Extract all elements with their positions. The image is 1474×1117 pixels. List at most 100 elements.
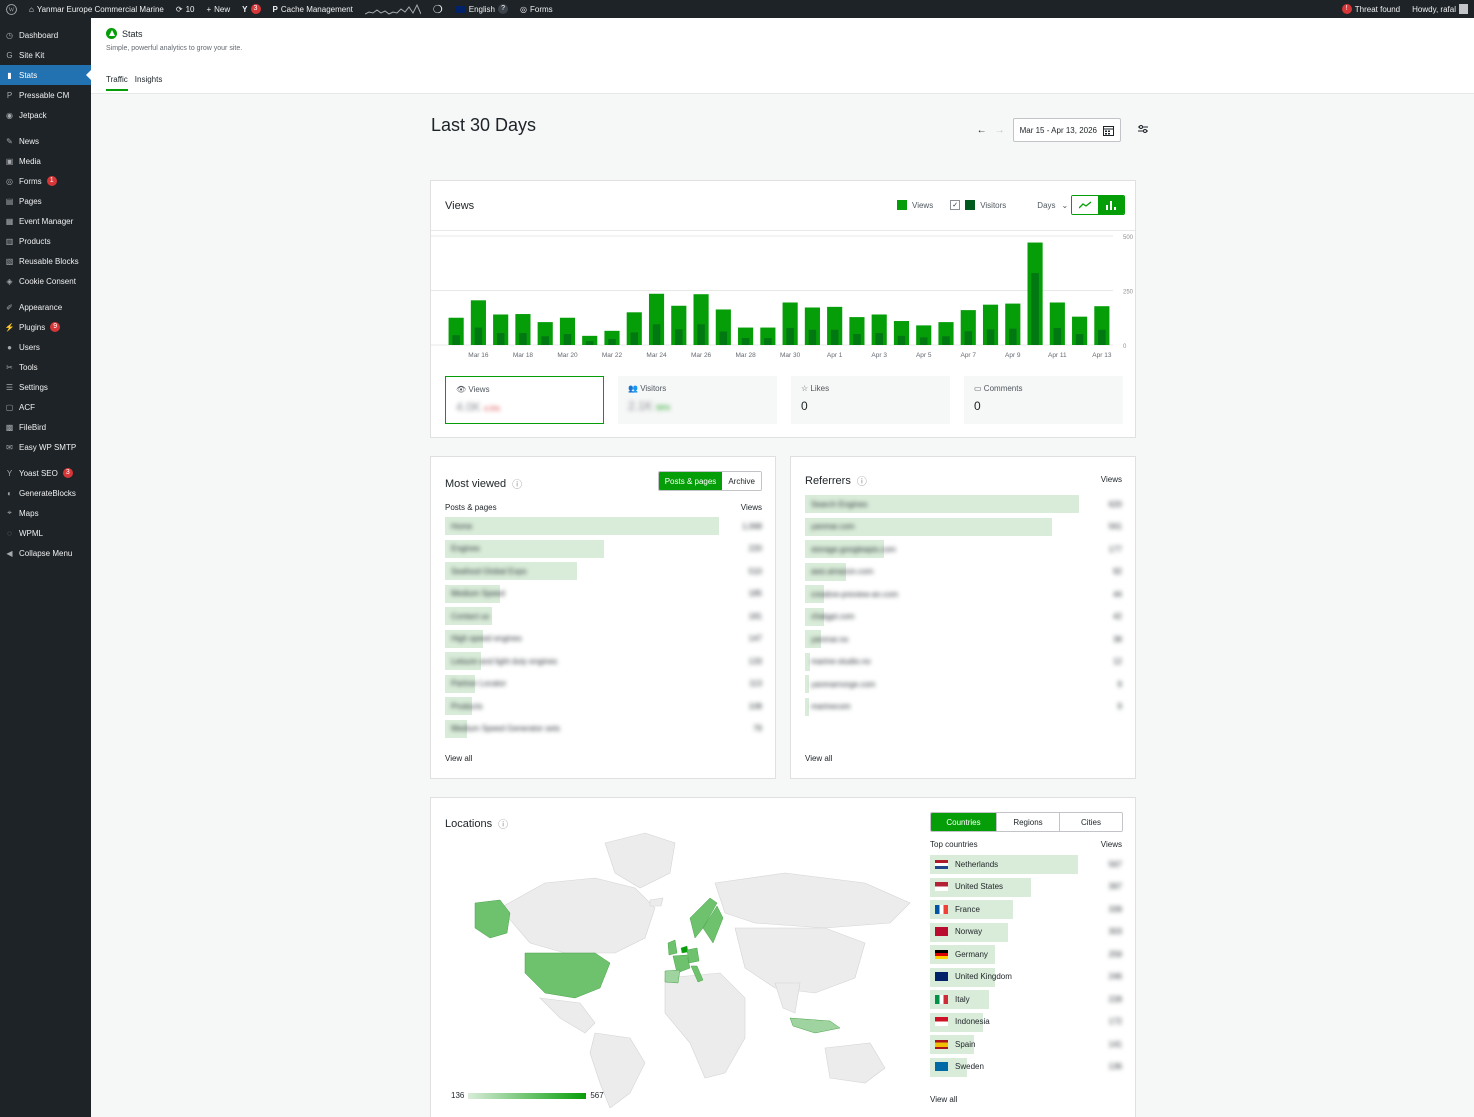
visitors-bar[interactable]: [563, 334, 572, 345]
visitors-bar[interactable]: [1053, 327, 1062, 345]
list-item[interactable]: chatgpt.com 42: [805, 606, 1122, 629]
visitors-bar[interactable]: [585, 341, 594, 345]
visitors-bar[interactable]: [875, 333, 883, 345]
country-row[interactable]: Netherlands 567: [930, 853, 1122, 876]
list-item[interactable]: Partner Locator 113: [445, 673, 762, 696]
sidebar-item-generateblocks[interactable]: ◐ GenerateBlocks: [0, 483, 91, 503]
visitors-bar[interactable]: [808, 329, 817, 345]
visitors-bar[interactable]: [830, 329, 839, 345]
visitors-bar[interactable]: [1031, 273, 1039, 345]
search-adminbar-link[interactable]: ❍: [427, 0, 449, 18]
country-row[interactable]: United States 397: [930, 876, 1122, 899]
sidebar-item-wpml[interactable]: ◌ WPML: [0, 523, 91, 543]
visitors-bar[interactable]: [496, 333, 505, 345]
sidebar-item-yoast-seo[interactable]: Y Yoast SEO 3: [0, 463, 91, 483]
line-chart-button[interactable]: [1072, 196, 1098, 214]
regions-tab[interactable]: Regions: [996, 813, 1059, 831]
metric-comments[interactable]: ▭ Comments 0: [964, 376, 1123, 424]
locations-view-all[interactable]: View all: [930, 1095, 957, 1104]
visitors-bar[interactable]: [1075, 334, 1084, 345]
tab-traffic[interactable]: Traffic: [106, 75, 128, 91]
visitors-bar[interactable]: [474, 327, 483, 345]
country-row[interactable]: Italy 228: [930, 988, 1122, 1011]
sidebar-item-users[interactable]: ● Users: [0, 337, 91, 357]
sidebar-item-appearance[interactable]: ✐ Appearance: [0, 297, 91, 317]
sparkline-stats[interactable]: [359, 0, 427, 18]
list-item[interactable]: Contact us 181: [445, 605, 762, 628]
sidebar-item-forms[interactable]: ◎ Forms 1: [0, 171, 91, 191]
country-row[interactable]: Sweden 136: [930, 1056, 1122, 1079]
filter-settings-icon[interactable]: [1138, 121, 1148, 139]
sidebar-item-settings[interactable]: ☰ Settings: [0, 377, 91, 397]
visitors-bar[interactable]: [786, 327, 794, 345]
sidebar-item-stats[interactable]: ▮ Stats: [0, 65, 91, 85]
yoast-adminbar-link[interactable]: Y 3: [236, 0, 266, 18]
visitors-bar[interactable]: [741, 338, 750, 345]
country-row[interactable]: Germany 259: [930, 943, 1122, 966]
language-switcher[interactable]: English ?: [449, 0, 514, 18]
visitors-bar[interactable]: [519, 333, 527, 345]
list-item[interactable]: storage.googleapis.com 177: [805, 538, 1122, 561]
arrow-right-icon[interactable]: →: [995, 125, 1005, 136]
sidebar-item-event-manager[interactable]: ▦ Event Manager: [0, 211, 91, 231]
list-item[interactable]: marine-studio.no 12: [805, 651, 1122, 674]
list-item[interactable]: yanmar.com 561: [805, 516, 1122, 539]
threat-found-link[interactable]: ! Threat found: [1336, 0, 1406, 18]
list-item[interactable]: High speed engines 147: [445, 628, 762, 651]
date-range-picker[interactable]: Mar 15 - Apr 13, 2026: [1012, 118, 1121, 142]
country-row[interactable]: Spain 141: [930, 1033, 1122, 1056]
cache-management-link[interactable]: P Cache Management: [267, 0, 359, 18]
visitors-bar[interactable]: [1098, 329, 1106, 345]
sidebar-item-collapse-menu[interactable]: ◀ Collapse Menu: [0, 543, 91, 563]
archive-button[interactable]: Archive: [722, 472, 761, 490]
list-item[interactable]: yanmarnorge.com 9: [805, 673, 1122, 696]
visitors-bar[interactable]: [697, 324, 705, 345]
posts-pages-button[interactable]: Posts & pages: [658, 472, 723, 490]
country-row[interactable]: France 339: [930, 898, 1122, 921]
visitors-bar[interactable]: [719, 331, 728, 345]
metric-visitors[interactable]: 👥 Visitors 2.1K 56%: [618, 376, 777, 424]
sidebar-item-products[interactable]: ▥ Products: [0, 231, 91, 251]
visitors-bar[interactable]: [630, 332, 639, 345]
visitors-bar[interactable]: [764, 338, 772, 345]
list-item[interactable]: yanmar.no 38: [805, 628, 1122, 651]
visitors-bar[interactable]: [652, 324, 661, 345]
metric-views[interactable]: 👁 Views 4.0K 4.5%: [445, 376, 604, 424]
forms-adminbar-link[interactable]: ◎ Forms: [514, 0, 559, 18]
list-item[interactable]: Home 1,068: [445, 515, 762, 538]
cities-tab[interactable]: Cities: [1059, 813, 1122, 831]
sidebar-item-media[interactable]: ▣ Media: [0, 151, 91, 171]
sidebar-item-jetpack[interactable]: ◉ Jetpack: [0, 105, 91, 125]
list-item[interactable]: Medium Speed Generator sets 79: [445, 718, 762, 741]
sidebar-item-site-kit[interactable]: G Site Kit: [0, 45, 91, 65]
sidebar-item-reusable-blocks[interactable]: ▧ Reusable Blocks: [0, 251, 91, 271]
info-icon[interactable]: ⓘ: [512, 476, 522, 491]
list-item[interactable]: aws.amazon.com 92: [805, 561, 1122, 584]
sidebar-item-news[interactable]: ✎ News: [0, 131, 91, 151]
metric-likes[interactable]: ☆ Likes 0: [791, 376, 950, 424]
arrow-left-icon[interactable]: ←: [977, 125, 987, 136]
list-item[interactable]: Medium Speed 185: [445, 583, 762, 606]
info-icon[interactable]: ⓘ: [857, 473, 867, 488]
list-item[interactable]: creative-preview-an.com 44: [805, 583, 1122, 606]
sidebar-item-tools[interactable]: ✂ Tools: [0, 357, 91, 377]
visitors-bar[interactable]: [675, 329, 683, 345]
sidebar-item-filebird[interactable]: ▩ FileBird: [0, 417, 91, 437]
site-name-link[interactable]: ⌂ Yanmar Europe Commercial Marine: [23, 0, 170, 18]
visitors-bar[interactable]: [986, 329, 995, 345]
country-row[interactable]: United Kingdom 246: [930, 966, 1122, 989]
visitors-bar[interactable]: [452, 335, 460, 345]
list-item[interactable]: marinecom 9: [805, 696, 1122, 719]
interval-select[interactable]: Days ⌄: [1037, 201, 1068, 210]
sidebar-item-maps[interactable]: ⌖ Maps: [0, 503, 91, 523]
visitors-bar[interactable]: [1009, 328, 1017, 345]
visitors-bar[interactable]: [608, 338, 616, 345]
list-item[interactable]: Search Engines 620: [805, 493, 1122, 516]
visitors-checkbox[interactable]: ✓: [950, 200, 961, 210]
tab-insights[interactable]: Insights: [135, 75, 163, 91]
visitors-bar[interactable]: [942, 336, 950, 345]
sidebar-item-acf[interactable]: ▢ ACF: [0, 397, 91, 417]
sidebar-item-pages[interactable]: ▤ Pages: [0, 191, 91, 211]
sidebar-item-dashboard[interactable]: ◷ Dashboard: [0, 25, 91, 45]
referrers-view-all[interactable]: View all: [805, 754, 832, 763]
